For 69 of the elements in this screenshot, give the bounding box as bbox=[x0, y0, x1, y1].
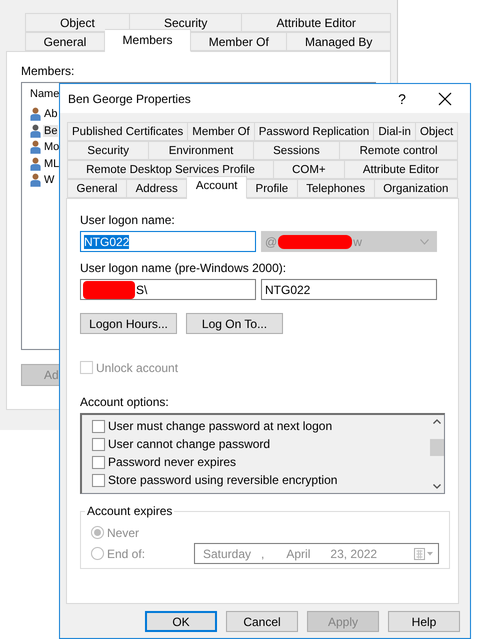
tab[interactable]: Telephones bbox=[298, 179, 375, 198]
tab[interactable]: Member Of bbox=[191, 32, 288, 51]
tab[interactable]: Password Replication bbox=[254, 122, 374, 141]
member-item[interactable]: Be bbox=[43, 124, 58, 137]
calendar-icon bbox=[414, 548, 434, 560]
tab[interactable]: General bbox=[25, 32, 105, 51]
tab[interactable]: Published Certificates bbox=[67, 122, 188, 141]
column-header: Name bbox=[30, 87, 60, 102]
tab[interactable]: Member Of bbox=[188, 122, 255, 141]
checkbox[interactable] bbox=[92, 438, 105, 450]
tab[interactable]: Remote Desktop Services Profile bbox=[67, 160, 274, 179]
dialog-button[interactable]: Logon Hours... bbox=[80, 313, 177, 334]
checkbox-label: Store password using reversible encryption bbox=[108, 473, 338, 487]
checkbox[interactable] bbox=[92, 474, 105, 486]
chevron-down-icon bbox=[420, 238, 429, 244]
tab[interactable]: Security bbox=[130, 13, 242, 32]
chevron-down-icon[interactable] bbox=[432, 484, 440, 489]
member-item[interactable]: ML bbox=[43, 158, 60, 170]
close-icon[interactable] bbox=[438, 92, 452, 106]
input-field[interactable]: NTG022 bbox=[80, 231, 256, 252]
member-item[interactable]: Mo bbox=[43, 141, 60, 154]
user-icon bbox=[30, 156, 41, 172]
checkbox-label: Unlock account bbox=[96, 360, 178, 374]
tab[interactable]: Members bbox=[104, 29, 192, 52]
user-icon bbox=[30, 139, 41, 156]
tab[interactable]: COM+ bbox=[274, 160, 345, 179]
member-item[interactable]: Ab bbox=[43, 108, 58, 120]
tab[interactable]: Object bbox=[25, 13, 130, 32]
checkbox[interactable] bbox=[92, 456, 105, 468]
section-label: Account options: bbox=[80, 395, 170, 409]
radio-label: End of: bbox=[107, 546, 146, 560]
help-button[interactable]: ? bbox=[379, 90, 425, 106]
field-label: User logon name (pre-Windows 2000): bbox=[80, 261, 288, 275]
radio-label: Never bbox=[107, 526, 140, 540]
input-field[interactable]: S\ bbox=[80, 279, 256, 300]
field-label: User logon name: bbox=[80, 213, 176, 227]
user-icon bbox=[30, 106, 41, 122]
tab[interactable]: General bbox=[67, 179, 128, 198]
checkbox-label: User cannot change password bbox=[108, 437, 270, 451]
window-title: Ben George Properties bbox=[68, 92, 192, 106]
chevron-up-icon[interactable] bbox=[432, 419, 440, 424]
user-icon bbox=[30, 122, 41, 139]
tab[interactable]: Address bbox=[127, 179, 188, 198]
tab[interactable]: Dial-in bbox=[374, 122, 416, 141]
tab[interactable]: Attribute Editor bbox=[344, 160, 458, 179]
tab[interactable]: Remote control bbox=[340, 141, 458, 160]
member-item[interactable]: W bbox=[43, 174, 56, 186]
tab[interactable]: Security bbox=[67, 141, 150, 160]
scroll-thumb[interactable] bbox=[430, 438, 444, 456]
checkbox-label: User must change password at next logon bbox=[108, 419, 332, 433]
redaction-mark bbox=[83, 280, 135, 298]
tab[interactable]: Attribute Editor bbox=[242, 13, 391, 32]
group-title: Account expires bbox=[86, 504, 174, 518]
tab[interactable]: Object bbox=[416, 122, 458, 141]
tab[interactable]: Account bbox=[187, 176, 247, 199]
dialog-button[interactable]: Cancel bbox=[226, 611, 298, 632]
dialog-button[interactable]: Help bbox=[388, 611, 460, 632]
members-label: Members: bbox=[21, 64, 76, 78]
tab[interactable]: Managed By bbox=[287, 32, 391, 51]
dialog-button[interactable]: OK bbox=[145, 611, 217, 632]
input-field[interactable]: NTG022 bbox=[261, 279, 437, 300]
checkbox-label: Password never expires bbox=[108, 455, 236, 469]
dialog-button[interactable]: Log On To... bbox=[186, 313, 283, 334]
tab[interactable]: Sessions bbox=[254, 141, 340, 160]
tab[interactable]: Organization bbox=[374, 179, 458, 198]
tab[interactable]: Environment bbox=[149, 141, 254, 160]
checkbox[interactable] bbox=[92, 420, 105, 432]
tab[interactable]: Profile bbox=[247, 179, 298, 198]
user-icon bbox=[30, 172, 41, 188]
